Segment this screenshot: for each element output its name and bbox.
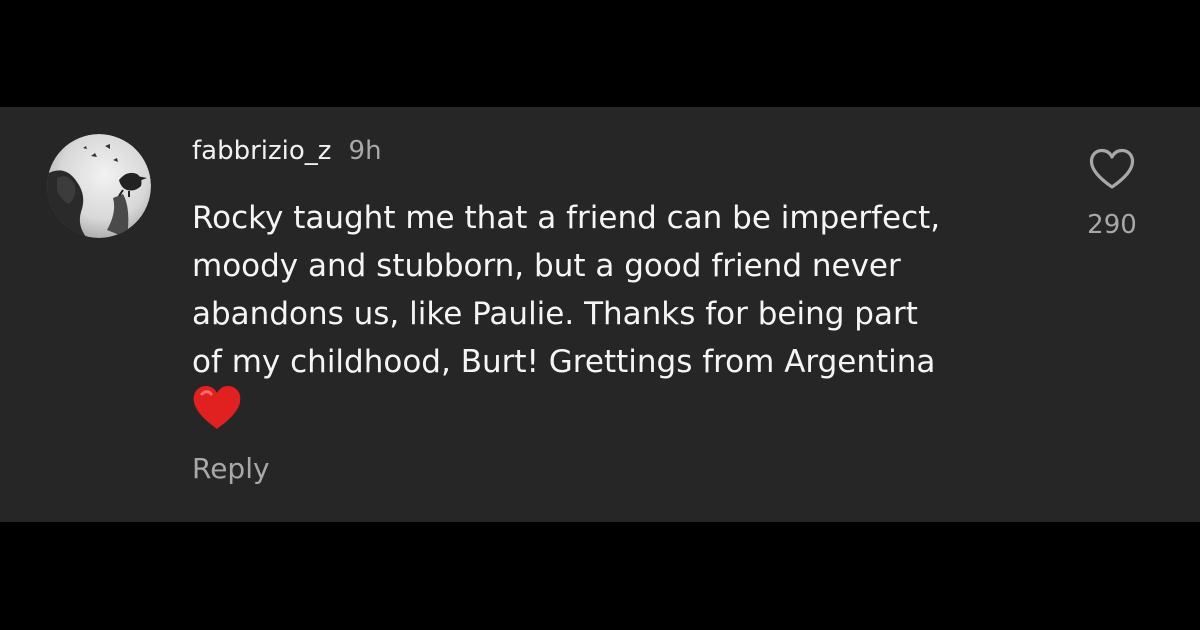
user-avatar[interactable]: [47, 134, 151, 238]
comment-body: Rocky taught me that a friend can be imp…: [192, 200, 941, 380]
comment-header: fabbrizio_z 9h: [192, 131, 382, 171]
like-count: 290: [1087, 210, 1137, 240]
screenshot-frame: fabbrizio_z 9h Rocky taught me that a fr…: [0, 0, 1200, 630]
heart-outline-icon[interactable]: [1088, 147, 1136, 191]
crow-avatar-image: [47, 134, 151, 238]
comment-timestamp: 9h: [348, 136, 382, 166]
red-heart-emoji: [192, 385, 242, 431]
reply-button[interactable]: Reply: [192, 447, 270, 491]
username[interactable]: fabbrizio_z: [192, 136, 331, 166]
comment-card: fabbrizio_z 9h Rocky taught me that a fr…: [0, 107, 1200, 522]
